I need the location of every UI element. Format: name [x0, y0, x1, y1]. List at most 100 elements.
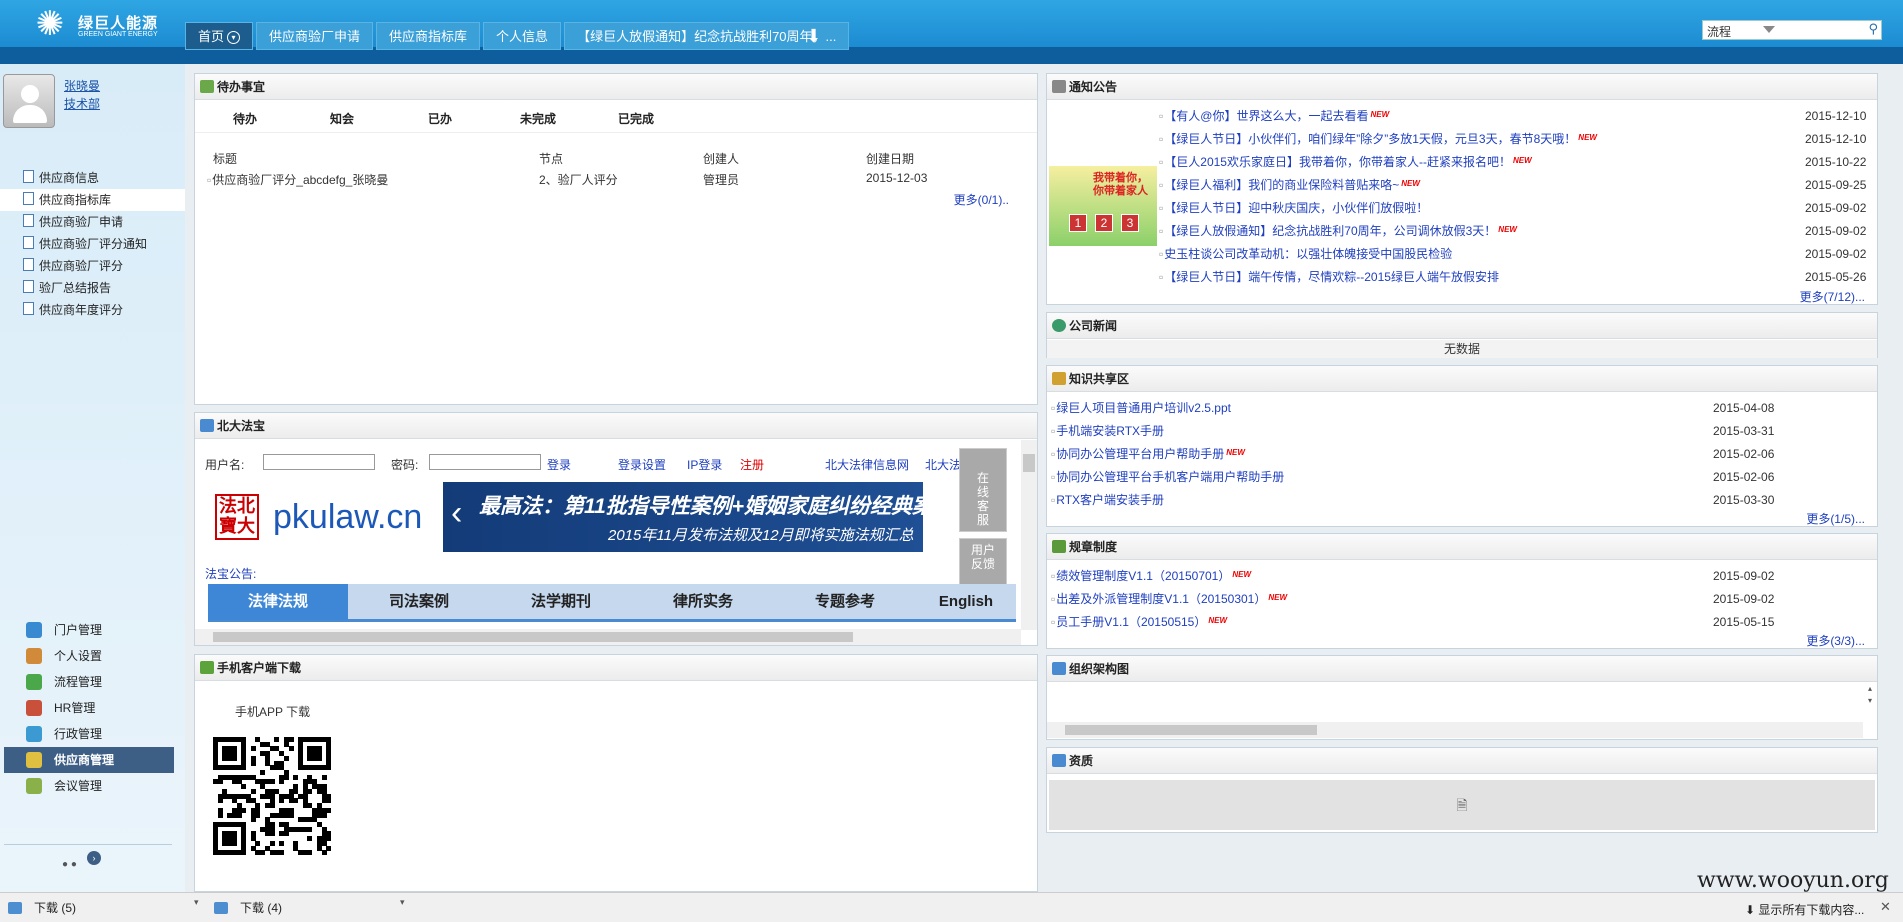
knowledge-more-link[interactable]: 更多(1/5)...: [1806, 510, 1865, 527]
pkulaw-banner[interactable]: ‹ 最高法：第11批指导性案例+婚姻家庭纠纷经典案例 2015年11月发布法规及…: [443, 482, 954, 552]
pkulaw-seal-logo: 法北寶大: [215, 494, 259, 540]
notice-title-link[interactable]: ▫【绿巨人节日】迎中秋庆国庆，小伙伴们放假啦！: [1159, 197, 1428, 219]
col-date: 创建日期: [866, 152, 915, 166]
tab-done[interactable]: 已办: [428, 110, 452, 127]
knowledge-row: ▫绿巨人项目普通用户培训v2.5.ppt 2015-04-08: [1047, 397, 1877, 419]
module-flow[interactable]: 流程管理: [4, 669, 174, 695]
hr-icon: [26, 700, 42, 716]
tab-law-regulations[interactable]: 法律法规: [208, 584, 348, 620]
horizontal-scrollbar[interactable]: [1047, 722, 1863, 738]
rules-title-link[interactable]: ▫出差及外派管理制度V1.1（20150301） NEW: [1051, 588, 1287, 612]
todo-row-title[interactable]: ▫供应商验厂评分_abcdefg_张晓曼: [207, 171, 388, 188]
module-portal[interactable]: 门户管理: [4, 617, 174, 643]
tab-todo[interactable]: 待办: [233, 110, 257, 127]
tab-law-practice[interactable]: 律所实务: [632, 584, 774, 620]
sidebar-item-summary-report[interactable]: 验厂总结报告: [0, 277, 185, 299]
rules-more-link[interactable]: 更多(3/3)...: [1806, 632, 1865, 649]
sidebar-item-indicator-lib[interactable]: 供应商指标库: [0, 189, 185, 211]
module-hr[interactable]: HR管理: [4, 695, 174, 721]
username-input[interactable]: [263, 454, 375, 470]
news-header: 公司新闻: [1047, 313, 1877, 339]
login-link[interactable]: 登录: [547, 456, 571, 473]
tab-personal-info[interactable]: 个人信息: [483, 22, 562, 50]
user-feedback-button[interactable]: 用户反馈: [959, 538, 1007, 586]
sidebar-item-supplier-info[interactable]: 供应商信息: [0, 167, 185, 189]
sidebar-item-factory-score[interactable]: 供应商验厂评分: [0, 255, 185, 277]
notice-row: ▫【绿巨人节日】小伙伴们，咱们绿年”除夕”多放1天假，元旦3天，春节8天哦！ NE…: [1047, 128, 1877, 150]
portal-icon: [26, 622, 42, 638]
module-admin[interactable]: 行政管理: [4, 721, 174, 747]
tab-law-english[interactable]: English: [916, 584, 1016, 620]
vertical-scrollbar[interactable]: ▴ ▾: [1863, 683, 1877, 723]
todo-more-link[interactable]: 更多(0/1)..: [954, 191, 1009, 208]
rules-title-link[interactable]: ▫员工手册V1.1（20150515） NEW: [1051, 611, 1227, 635]
module-personal[interactable]: 个人设置: [4, 643, 174, 669]
arrow-down-icon[interactable]: ⬇: [806, 26, 821, 47]
pkulaw-link2[interactable]: 北大法: [925, 456, 961, 473]
tab-notify[interactable]: 知会: [330, 110, 354, 127]
qr-code[interactable]: [213, 737, 332, 856]
download-item-2[interactable]: 下载 (4): [206, 895, 396, 921]
logo[interactable]: ✺ 绿巨人能源 GREEN GIANT ENERGY: [30, 4, 170, 44]
download-item-1[interactable]: 下载 (5): [0, 895, 190, 921]
password-input[interactable]: [429, 454, 541, 470]
register-link[interactable]: 注册: [740, 456, 764, 473]
notice-row: ▫【绿巨人节日】迎中秋庆国庆，小伙伴们放假啦！ 2015-09-02: [1047, 197, 1877, 219]
online-service-button[interactable]: 在线客服: [959, 448, 1007, 532]
sidebar-item-score-notice[interactable]: 供应商验厂评分通知: [0, 233, 185, 255]
notice-more-link[interactable]: 更多(7/12)...: [1800, 288, 1865, 305]
module-meeting[interactable]: 会议管理: [4, 773, 174, 799]
file-icon[interactable]: 🗎: [1049, 780, 1875, 830]
notice-title-link[interactable]: ▫【有人@你】世界这么大，一起去看看 NEW: [1159, 105, 1389, 129]
show-all-downloads-link[interactable]: ⬇ 显示所有下载内容...: [1745, 901, 1864, 918]
col-node: 节点: [539, 152, 564, 166]
new-badge-icon: NEW: [1578, 133, 1597, 142]
search-box[interactable]: 流程 ⚲: [1702, 20, 1882, 40]
tab-law-journals[interactable]: 法学期刊: [490, 584, 632, 620]
sidebar-item-annual-score[interactable]: 供应商年度评分: [0, 299, 185, 321]
knowledge-title-link[interactable]: ▫协同办公管理平台用户帮助手册 NEW: [1051, 443, 1245, 467]
notice-title-link[interactable]: ▫史玉柱谈公司改革动机：以强壮体魄接受中国股民检验: [1159, 243, 1452, 265]
notice-title-link[interactable]: ▫【巨人2015欢乐家庭日】我带着你，你带着家人--赶紧来报名吧！ NEW: [1159, 151, 1532, 175]
rules-title-link[interactable]: ▫绩效管理制度V1.1（20150701） NEW: [1051, 565, 1251, 589]
knowledge-title-link[interactable]: ▫RTX客户端安装手册: [1051, 489, 1164, 511]
tab-indicator-lib[interactable]: 供应商指标库: [376, 22, 481, 50]
close-icon[interactable]: ✕: [1880, 899, 1891, 915]
user-name-link[interactable]: 张晓曼: [64, 77, 100, 94]
knowledge-title-link[interactable]: ▫协同办公管理平台手机客户端用户帮助手册: [1051, 466, 1284, 488]
notice-title-link[interactable]: ▫【绿巨人节日】小伙伴们，咱们绿年”除夕”多放1天假，元旦3天，春节8天哦！ NE…: [1159, 128, 1597, 152]
chevron-down-icon[interactable]: ▾: [194, 897, 199, 908]
logo-cn: 绿巨人能源: [78, 15, 159, 32]
knowledge-title-link[interactable]: ▫绿巨人项目普通用户培训v2.5.ppt: [1051, 397, 1231, 419]
document-icon: [23, 214, 34, 227]
tab-law-cases[interactable]: 司法案例: [348, 584, 490, 620]
chevron-down-icon[interactable]: ▾: [227, 31, 241, 45]
rules-row: ▫员工手册V1.1（20150515） NEW 2015-05-15: [1047, 611, 1877, 633]
search-type-select[interactable]: 流程: [1707, 23, 1731, 40]
nav-tabs: 首页 ▾ 供应商验厂申请 供应商指标库 个人信息 【绿巨人放假通知】纪念抗战胜利7…: [185, 22, 850, 50]
knowledge-header: 知识共享区: [1047, 366, 1877, 392]
tab-unfinished[interactable]: 未完成: [520, 110, 556, 127]
chevron-down-icon[interactable]: ▾: [400, 897, 405, 908]
sidebar-item-factory-apply[interactable]: 供应商验厂申请: [0, 211, 185, 233]
ip-login-link[interactable]: IP登录: [687, 456, 722, 473]
pkulaw-info-link[interactable]: 北大法律信息网: [825, 456, 909, 473]
tab-law-topics[interactable]: 专题参考: [774, 584, 916, 620]
notice-title-link[interactable]: ▫【绿巨人放假通知】纪念抗战胜利70周年，公司调休放假3天！ NEW: [1159, 220, 1517, 244]
module-supplier[interactable]: 供应商管理: [4, 747, 174, 773]
login-settings-link[interactable]: 登录设置: [618, 456, 666, 473]
chevron-left-icon[interactable]: ‹: [451, 496, 462, 530]
dropdown-arrow-icon[interactable]: [1763, 26, 1775, 33]
user-dept-link[interactable]: 技术部: [64, 95, 100, 112]
search-icon[interactable]: ⚲: [1868, 21, 1878, 37]
next-page-icon[interactable]: ›: [87, 851, 101, 865]
pager-dots[interactable]: ● ●: [62, 859, 77, 870]
notice-title-link[interactable]: ▫【绿巨人节日】端午传情，尽情欢粽--2015绿巨人端午放假安排: [1159, 266, 1499, 288]
horizontal-scrollbar[interactable]: [195, 629, 1021, 645]
vertical-scrollbar[interactable]: [1021, 440, 1037, 630]
tab-home[interactable]: 首页 ▾: [185, 22, 254, 50]
knowledge-title-link[interactable]: ▫手机端安装RTX手册: [1051, 420, 1164, 442]
tab-factory-apply[interactable]: 供应商验厂申请: [256, 22, 374, 50]
tab-finished[interactable]: 已完成: [618, 110, 654, 127]
notice-title-link[interactable]: ▫【绿巨人福利】我们的商业保险料普贴来咯~ NEW: [1159, 174, 1420, 198]
